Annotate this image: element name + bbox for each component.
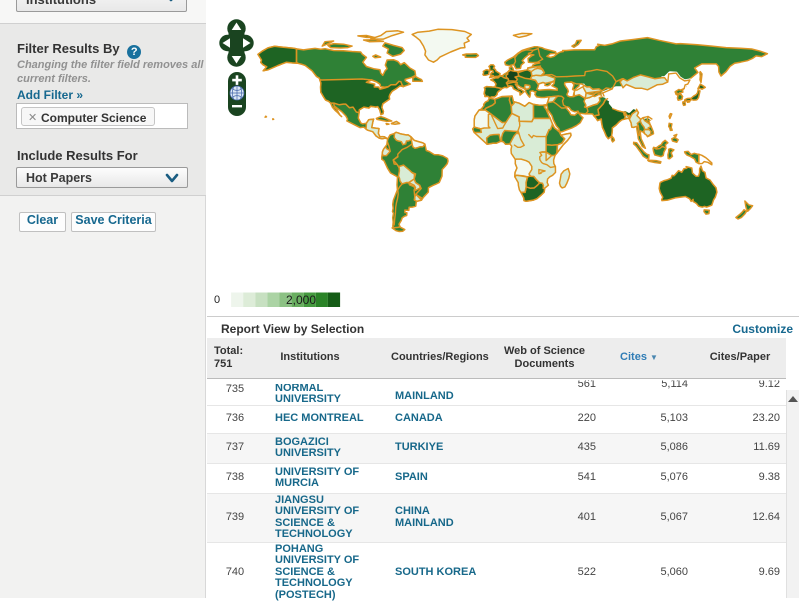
svg-text:0: 0: [214, 294, 220, 306]
svg-text:2,000: 2,000: [286, 293, 316, 307]
